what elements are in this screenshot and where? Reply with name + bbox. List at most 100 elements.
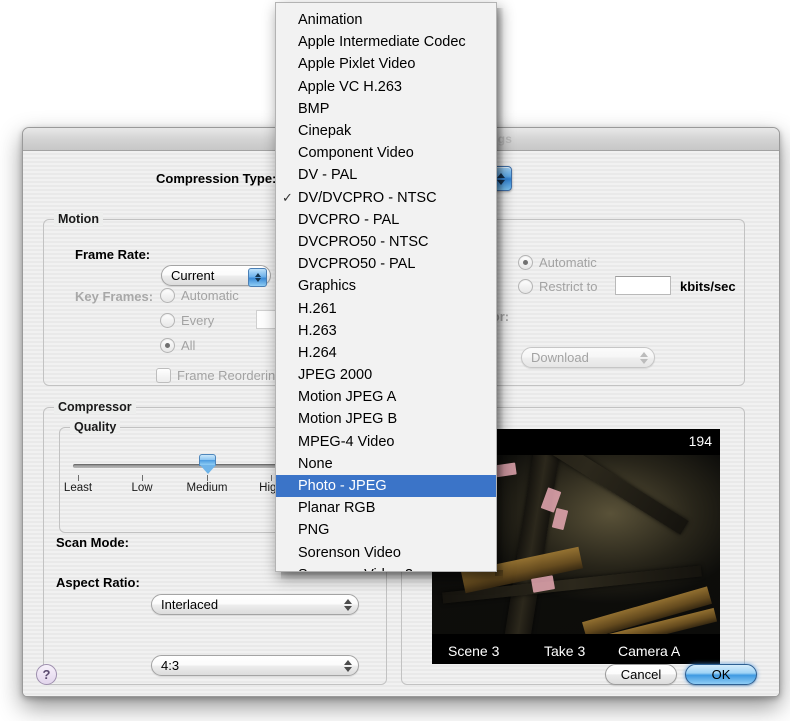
quality-label-medium: Medium [186,482,228,494]
quality-tick-high [271,475,272,481]
compressor-group-title: Compressor [54,400,136,414]
menu-item[interactable]: MPEG-4 Video [276,431,496,453]
menu-item-label: DVCPRO - PAL [298,211,400,228]
help-icon: ? [42,667,51,682]
menu-item-label: Apple VC H.263 [298,78,402,95]
menu-item-label: Motion JPEG B [298,411,398,428]
menu-item[interactable]: Cinepak [276,120,496,142]
menu-item-label: DV/DVCPRO - NTSC [298,189,437,206]
aspect-ratio-popup[interactable]: 4:3 [151,655,359,676]
frame-rate-label: Frame Rate: [75,247,151,262]
menu-item-label: H.263 [298,322,337,339]
key-frames-every-radio[interactable]: Every [160,313,214,328]
compression-type-menu[interactable]: Animation Apple Intermediate Codec Apple P… [275,2,497,572]
radio-indicator [160,338,175,353]
menu-item[interactable]: PNG [276,519,496,541]
menu-item[interactable]: Sorenson Video 3 [276,564,496,571]
data-rate-restrict-radio[interactable]: Restrict to [518,279,598,294]
radio-indicator [160,313,175,328]
frame-rate-popup[interactable]: Current [161,265,271,287]
menu-item[interactable]: JPEG 2000 [276,364,496,386]
menu-item-label: Planar RGB [298,500,376,517]
menu-item-label: Apple Intermediate Codec [298,34,466,51]
preview-caption-camera: Camera A [618,643,681,659]
menu-item[interactable]: Apple Intermediate Codec [276,31,496,53]
menu-item-label: None [298,455,333,472]
menu-item-label: Component Video [298,145,414,162]
menu-item-label: BMP [298,100,330,117]
screen: Standard Video Compression Settings Comp… [0,0,790,721]
menu-item[interactable]: Animation [276,9,496,31]
key-frames-all-label: All [181,338,196,353]
frame-rate-stepper[interactable] [248,268,267,287]
menu-item-label: Animation [298,12,363,29]
menu-item-label: Photo - JPEG [298,478,387,495]
menu-item[interactable]: ✓ DV/DVCPRO - NTSC [276,187,496,209]
menu-item[interactable]: DV - PAL [276,164,496,186]
key-frames-all-radio[interactable]: All [160,338,195,353]
menu-item[interactable]: Motion JPEG A [276,386,496,408]
key-frames-row: Key Frames: [75,289,153,304]
menu-item-label: Graphics [298,278,357,295]
menu-item[interactable]: Component Video [276,142,496,164]
menu-item[interactable]: Apple VC H.263 [276,76,496,98]
menu-item[interactable]: None [276,453,496,475]
quality-tick-medium [207,475,208,481]
aspect-ratio-value: 4:3 [161,658,180,673]
menu-item[interactable]: Graphics [276,275,496,297]
menu-item-label: Cinepak [298,123,352,140]
aspect-ratio-label: Aspect Ratio: [56,575,140,590]
scan-mode-value: Interlaced [161,597,219,612]
menu-item-label: MPEG-4 Video [298,433,395,450]
data-rate-automatic-label: Automatic [539,255,597,270]
checkmark-icon: ✓ [282,189,293,205]
chevron-updown-icon [343,597,353,613]
radio-indicator [518,255,533,270]
menu-item[interactable]: DVCPRO - PAL [276,209,496,231]
quality-slider-thumb[interactable] [199,454,216,474]
scan-mode-popup[interactable]: Interlaced [151,594,359,615]
optimized-for-popup[interactable]: Download [521,347,655,368]
ok-button[interactable]: OK [685,664,757,685]
radio-indicator [160,288,175,303]
menu-item[interactable]: Planar RGB [276,497,496,519]
help-button[interactable]: ? [36,664,57,685]
menu-item-label: DVCPRO50 - NTSC [298,233,429,250]
menu-item[interactable]: DVCPRO50 - PAL [276,253,496,275]
menu-item[interactable]: Apple Pixlet Video [276,53,496,75]
key-frames-label: Key Frames: [75,289,154,304]
menu-item[interactable]: Sorenson Video [276,542,496,564]
scan-mode-label: Scan Mode: [56,535,129,550]
data-rate-automatic-radio[interactable]: Automatic [518,255,597,270]
cancel-button[interactable]: Cancel [605,664,677,685]
menu-item-label: Sorenson Video 3 [298,567,413,571]
frame-reordering-label: Frame Reordering [177,368,283,383]
menu-item-label: PNG [298,522,330,539]
menu-item[interactable]: H.264 [276,342,496,364]
menu-item[interactable]: Photo - JPEG [276,474,496,498]
key-frames-automatic-radio[interactable]: Automatic [160,288,239,303]
menu-item-label: DVCPRO50 - PAL [298,256,416,273]
chevron-updown-icon [343,658,353,674]
menu-item[interactable]: H.263 [276,320,496,342]
radio-indicator [518,279,533,294]
frame-rate-value: Current [171,268,215,283]
cancel-button-label: Cancel [620,667,662,682]
quality-label-least: Least [63,482,93,494]
key-frames-automatic-label: Automatic [181,288,239,303]
key-frames-every-label: Every [181,313,215,328]
menu-item-label: Sorenson Video [298,544,401,561]
menu-item-label: Apple Pixlet Video [298,56,416,73]
menu-item[interactable]: DVCPRO50 - NTSC [276,231,496,253]
quality-tick-least [78,475,79,481]
data-rate-restrict-input[interactable] [615,276,671,295]
frame-rate-row: Frame Rate: [75,247,150,262]
menu-item[interactable]: H.261 [276,297,496,319]
menu-item[interactable]: BMP [276,98,496,120]
menu-item-list: Animation Apple Intermediate Codec Apple P… [276,3,496,571]
quality-group-title: Quality [70,420,121,434]
menu-item[interactable]: Motion JPEG B [276,408,496,430]
checkbox-indicator [156,368,171,383]
frame-reordering-checkbox[interactable]: Frame Reordering [156,368,283,383]
motion-group-title: Motion [54,212,103,226]
